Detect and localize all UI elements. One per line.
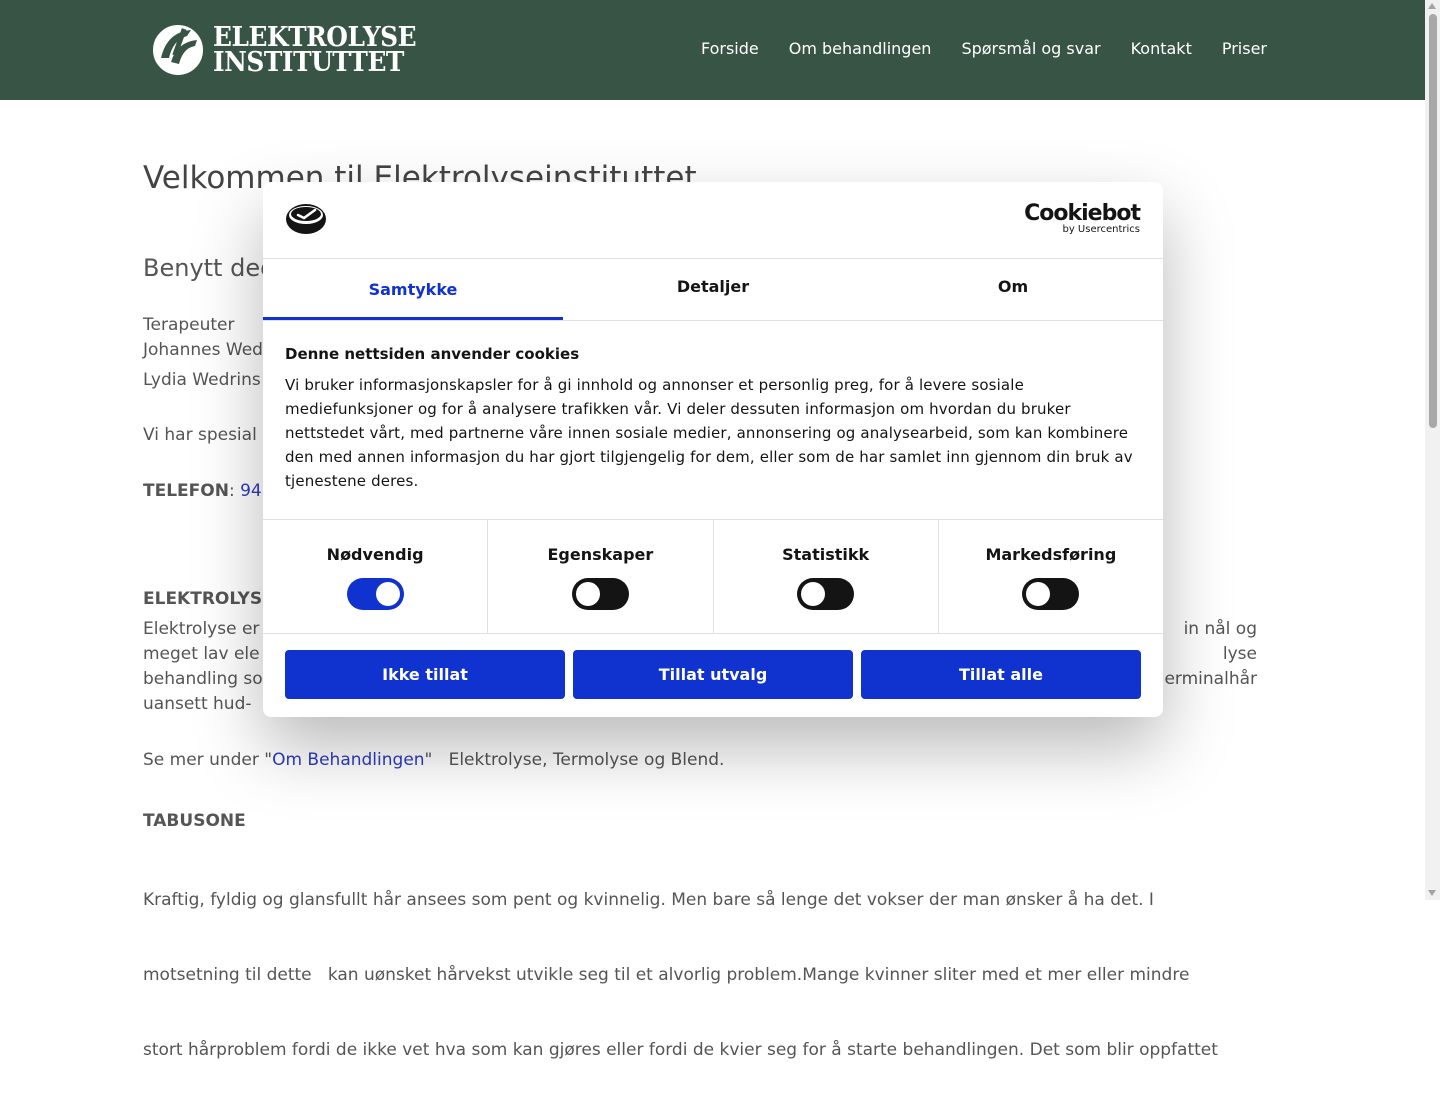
tab-om[interactable]: Om xyxy=(863,259,1163,320)
toggle-egenskaper[interactable] xyxy=(571,578,629,610)
cookie-buttons: Ikke tillat Tillat utvalg Tillat alle xyxy=(263,634,1163,699)
toggle-nodvendig[interactable] xyxy=(346,578,404,610)
tabusone-line-2: motsetning til dette kan uønsket hårveks… xyxy=(143,965,1190,985)
tab-samtykke[interactable]: Samtykke xyxy=(263,259,563,320)
nav-kontakt[interactable]: Kontakt xyxy=(1131,39,1192,58)
nav-sporsmal-og-svar[interactable]: Spørsmål og svar xyxy=(961,39,1100,58)
cookie-dialog-body: Denne nettsiden anvender cookies Vi bruk… xyxy=(263,321,1163,520)
specialty-text: Vi har spesial xyxy=(143,425,257,445)
therapists-label: Terapeuter xyxy=(143,315,235,335)
cookie-toggles: Nødvendig Egenskaper Statistikk Markedsf… xyxy=(263,520,1163,634)
om-behandlingen-link[interactable]: Om Behandlingen xyxy=(272,750,424,770)
toggle-group-markedsforing: Markedsføring xyxy=(939,520,1163,633)
phone-sep: : xyxy=(228,481,235,501)
cookie-text: Vi bruker informasjonskapsler for å gi i… xyxy=(285,376,1133,490)
allow-all-button[interactable]: Tillat alle xyxy=(861,650,1141,699)
page-subheading: Benytt deg xyxy=(143,254,276,282)
cookie-dialog-header: Cookiebot by Usercentrics xyxy=(263,182,1163,259)
deny-button[interactable]: Ikke tillat xyxy=(285,650,565,699)
toggle-label-markedsforing: Markedsføring xyxy=(985,545,1117,564)
brand-name: Cookiebot xyxy=(1024,201,1141,226)
nav-priser[interactable]: Priser xyxy=(1222,39,1267,58)
nav-om-behandlingen[interactable]: Om behandlingen xyxy=(789,39,932,58)
cookie-title: Denne nettsiden anvender cookies xyxy=(285,345,580,363)
toggle-label-nodvendig: Nødvendig xyxy=(326,545,424,564)
toggle-label-statistikk: Statistikk xyxy=(782,545,870,564)
section-electrolysis-title: ELEKTROLYS xyxy=(143,589,263,609)
phone-line: TELEFON: 94 xyxy=(143,481,262,501)
tab-detaljer[interactable]: Detaljer xyxy=(563,259,863,320)
section-tabusone-text: Kraftig, fyldig og glansfullt hår ansees… xyxy=(143,838,1283,1113)
toggle-knob xyxy=(1026,582,1051,606)
see-more-line: Se mer under "Om Behandlingen" Elektroly… xyxy=(143,750,724,770)
phone-link[interactable]: 94 xyxy=(240,481,262,501)
toggle-group-statistikk: Statistikk xyxy=(714,520,939,633)
allow-selection-button[interactable]: Tillat utvalg xyxy=(573,650,853,699)
toggle-markedsforing[interactable] xyxy=(1022,578,1080,610)
toggle-statistikk[interactable] xyxy=(797,578,855,610)
scroll-up-arrow-icon[interactable] xyxy=(1428,3,1436,9)
site-header: ELEKTROLYSE INSTITUTTET Forside Om behan… xyxy=(0,0,1425,100)
see-more-prefix: Se mer under " xyxy=(143,750,273,770)
nav-forside[interactable]: Forside xyxy=(701,39,759,58)
see-more-suffix: " Elektrolyse, Termolyse og Blend. xyxy=(424,750,725,770)
cookiebot-brand[interactable]: Cookiebot by Usercentrics xyxy=(1024,201,1141,235)
brand-sub: by Usercentrics xyxy=(1062,224,1140,235)
toggle-group-egenskaper: Egenskaper xyxy=(488,520,714,633)
page-scrollbar[interactable] xyxy=(1425,0,1440,900)
toggle-knob xyxy=(801,582,826,606)
section-tabusone-title: TABUSONE xyxy=(143,811,246,831)
therapist-2: Lydia Wedrins xyxy=(143,370,261,390)
site-logo[interactable]: ELEKTROLYSE INSTITUTTET xyxy=(147,22,434,78)
therapist-1: Johannes Wed xyxy=(143,340,263,360)
scroll-thumb[interactable] xyxy=(1429,14,1437,428)
logo-mark-icon xyxy=(151,23,205,77)
cookie-consent-dialog: Cookiebot by Usercentrics Samtykke Detal… xyxy=(263,182,1163,717)
cookie-logo-icon xyxy=(286,204,326,234)
toggle-knob xyxy=(575,582,600,606)
phone-label: TELEFON xyxy=(143,481,229,501)
toggle-knob xyxy=(375,582,400,606)
scroll-down-arrow-icon[interactable] xyxy=(1428,890,1436,896)
logo-line2: INSTITUTTET xyxy=(213,47,404,78)
toggle-group-nodvendig: Nødvendig xyxy=(263,520,489,633)
toggle-label-egenskaper: Egenskaper xyxy=(547,545,654,564)
cookie-tabs: Samtykke Detaljer Om xyxy=(263,259,1163,321)
tabusone-line-3: stort hårproblem fordi de ikke vet hva s… xyxy=(143,1040,1218,1060)
main-nav: Forside Om behandlingen Spørsmål og svar… xyxy=(701,39,1267,58)
logo-text: ELEKTROLYSE INSTITUTTET xyxy=(213,24,417,78)
tabusone-line-1: Kraftig, fyldig og glansfullt hår ansees… xyxy=(143,890,1154,910)
